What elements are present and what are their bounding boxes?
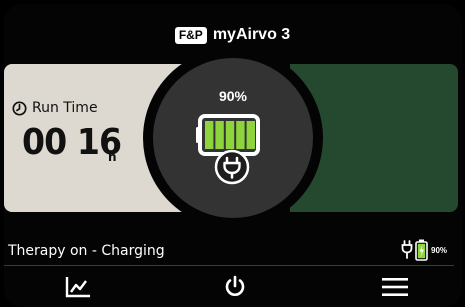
battery-percent-label: 90%: [218, 88, 248, 104]
run-time-label-group: Run Time: [12, 100, 98, 116]
fp-logo: F&P: [174, 26, 207, 44]
battery-cell: [225, 121, 235, 149]
status-battery-percent: 90%: [431, 245, 448, 255]
nav-divider: [4, 265, 454, 266]
battery-cell: [205, 121, 214, 149]
battery-small-icon: [415, 239, 428, 261]
menu-button[interactable]: [375, 272, 415, 302]
app-title: myAirvo 3: [212, 26, 291, 43]
status-text: Therapy on - Charging: [8, 243, 165, 259]
run-time-value: 00 16: [22, 122, 122, 163]
menu-icon: [382, 278, 408, 296]
plug-icon: [214, 149, 250, 185]
power-icon: [225, 275, 245, 296]
status-indicators: 90%: [401, 238, 447, 262]
plug-small-icon: [401, 240, 413, 259]
battery-cell: [236, 121, 245, 149]
app-header: F&P myAirvo 3: [0, 22, 465, 48]
clock-icon: [12, 100, 27, 116]
power-button[interactable]: [215, 272, 255, 302]
battery-cell: [215, 121, 224, 149]
trends-button[interactable]: [58, 272, 98, 302]
chart-trend-icon: [65, 277, 90, 298]
battery-fill: [205, 121, 255, 149]
battery-cell: [246, 121, 255, 149]
run-time-unit: h: [108, 150, 117, 164]
run-time-label: Run Time: [32, 100, 98, 116]
